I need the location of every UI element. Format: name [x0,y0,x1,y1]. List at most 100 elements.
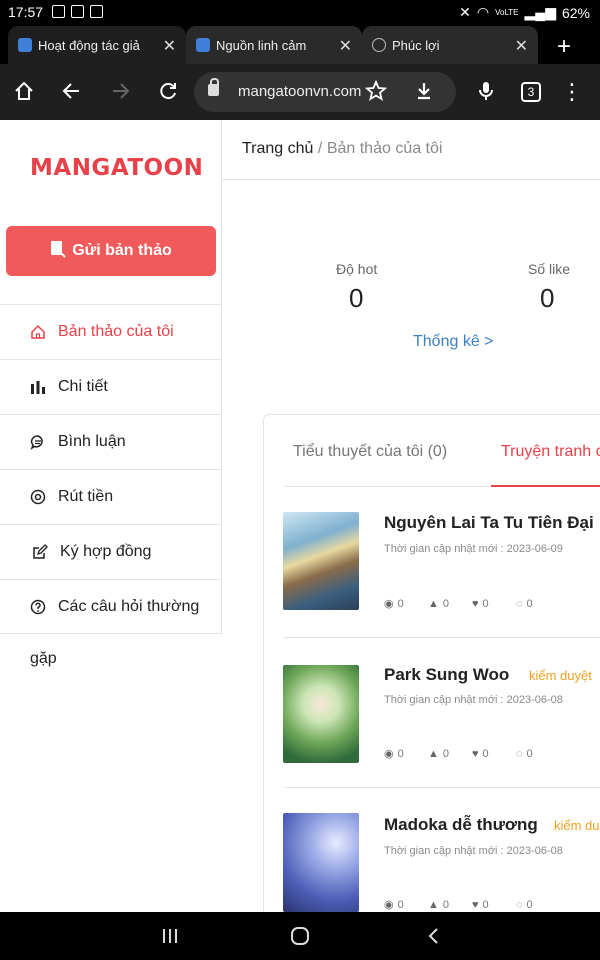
work-metrics: ◉ 0 ▲ 0 ♥ 0 ◌ 0 [384,597,560,611]
close-icon[interactable]: ✕ [515,36,528,56]
work-cover[interactable] [283,813,359,912]
breadcrumb-current: Bản thảo của tôi [326,140,443,157]
breadcrumb: Trang chủ / Bản thảo của tôi [242,140,442,158]
status-bar: 17:57 ✕ ◠ VoLTE ▂▄▆ 62% [0,0,600,26]
document-icon [50,240,66,263]
lock-icon[interactable] [208,78,219,96]
status-right: ✕ ◠ VoLTE ▂▄▆ 62% [459,4,590,21]
new-tab-icon[interactable]: + [552,33,576,61]
sidebar-item-faq[interactable]: Các câu hỏi thường [0,579,222,634]
recent-apps-icon[interactable] [160,926,180,951]
edit-icon [32,544,48,560]
home-button-icon[interactable] [290,926,310,951]
sidebar-item-label: Rút tiền [58,488,114,505]
bar-chart-icon [30,379,46,395]
header-divider [222,179,600,180]
tab-title: Hoạt động tác giả [38,37,140,53]
forward-icon[interactable] [108,80,132,104]
submit-label: Gửi bản thảo [72,242,172,259]
status-badge: kiểm du [554,818,600,833]
help-icon [30,599,46,615]
work-cover[interactable] [283,665,359,763]
image-icon [71,5,84,18]
eye-icon: ◉ [384,598,394,610]
notification-icons [52,5,103,18]
eye-icon: ◉ [384,899,394,911]
comments-count: 0 [526,597,533,610]
hot-value: 0 [349,283,364,313]
tab-switcher-button[interactable]: 3 [521,82,541,102]
heart-icon: ♥ [472,898,479,911]
reload-icon[interactable] [156,80,180,104]
work-updated: Thời gian cập nhật mới : 2023-06-08 [384,694,563,706]
statistics-link[interactable]: Thống kê > [413,333,494,351]
breadcrumb-separator: / [317,140,323,157]
views-count: 0 [397,597,404,610]
thumbs-up-icon: ▲ [428,747,439,760]
views-count: 0 [397,747,404,760]
microphone-icon[interactable] [474,80,498,104]
tab-nguon-linh-cam[interactable]: Nguồn linh cảm ✕ [186,26,362,64]
home-icon[interactable] [12,80,36,104]
heart-icon: ♥ [472,747,479,760]
item-divider [284,637,600,638]
mangatoon-logo[interactable]: MANGATOON [30,155,203,181]
comments-count: 0 [526,898,533,911]
back-nav-icon[interactable] [424,926,444,951]
tab-hoat-dong[interactable]: Hoạt động tác giả ✕ [8,26,186,64]
thumbs-up-icon: ▲ [428,597,439,610]
active-tab-indicator [491,485,600,487]
sidebar-item-label-overflow: gặp [30,650,57,667]
comment-icon: ◌ [516,597,523,610]
sidebar-item-my-drafts[interactable]: Bản thảo của tôi [0,304,222,359]
system-navigation-bar [0,912,600,960]
like-value: 0 [540,283,555,313]
comments-count: 0 [526,747,533,760]
tab-title: Phúc lợi [392,37,440,53]
close-icon[interactable]: ✕ [339,36,352,56]
mangatoon-icon [196,38,210,52]
like-label: Số like [528,261,571,277]
close-icon[interactable]: ✕ [163,36,176,56]
thumbs-up-icon: ▲ [428,898,439,911]
comment-icon: ◌ [516,747,523,760]
work-metrics: ◉ 0 ▲ 0 ♥ 0 ◌ 0 [384,747,560,761]
work-title[interactable]: Nguyên Lai Ta Tu Tiên Đại [384,513,594,533]
back-icon[interactable] [60,80,84,104]
sidebar-item-contract[interactable]: Ký hợp đồng [0,524,222,579]
status-time: 17:57 [8,4,44,20]
work-cover[interactable] [283,512,359,610]
hot-label: Độ hot [336,261,378,277]
tab-title: Nguồn linh cảm [216,37,307,53]
sidebar-item-withdraw[interactable]: Rút tiền [0,469,222,524]
url-text[interactable]: mangatoonvn.com [238,83,361,100]
work-title[interactable]: Park Sung Woo [384,665,509,685]
sidebar-item-comments[interactable]: Bình luận [0,414,222,469]
download-icon[interactable] [412,80,436,104]
heart-icon: ♥ [472,597,479,610]
tab-my-comics[interactable]: Truyện tranh c [501,443,600,461]
submit-manuscript-button[interactable]: Gửi bản thảo [6,226,216,276]
wifi-icon: ◠ [476,4,490,20]
views-count: 0 [397,898,404,911]
tab-phuc-loi[interactable]: Phúc lợi ✕ [362,26,538,64]
browser-tab-strip: Hoạt động tác giả ✕ Nguồn linh cảm ✕ Phú… [0,26,600,64]
tab-my-novels[interactable]: Tiểu thuyết của tôi (0) [293,443,447,461]
sidebar-item-label: Các câu hỏi thường [58,598,200,615]
hearts-count: 0 [482,747,489,760]
bookmark-star-icon[interactable] [364,79,388,104]
more-menu-icon[interactable]: ⋮ [560,80,584,104]
work-title[interactable]: Madoka dễ thương [384,815,538,835]
app-icon [90,5,103,18]
sidebar-item-details[interactable]: Chi tiết [0,359,222,414]
signal-icon: ▂▄▆ [524,4,556,20]
hearts-count: 0 [482,597,489,610]
sidebar-item-label: Bình luận [58,433,126,450]
work-updated: Thời gian cập nhật mới : 2023-06-08 [384,845,563,857]
work-metrics: ◉ 0 ▲ 0 ♥ 0 ◌ 0 [384,898,560,912]
breadcrumb-home[interactable]: Trang chủ [242,140,313,157]
mangatoon-icon [18,38,32,52]
hearts-count: 0 [482,898,489,911]
work-updated: Thời gian cập nhật mới : 2023-06-09 [384,543,563,555]
home-icon [30,324,46,340]
